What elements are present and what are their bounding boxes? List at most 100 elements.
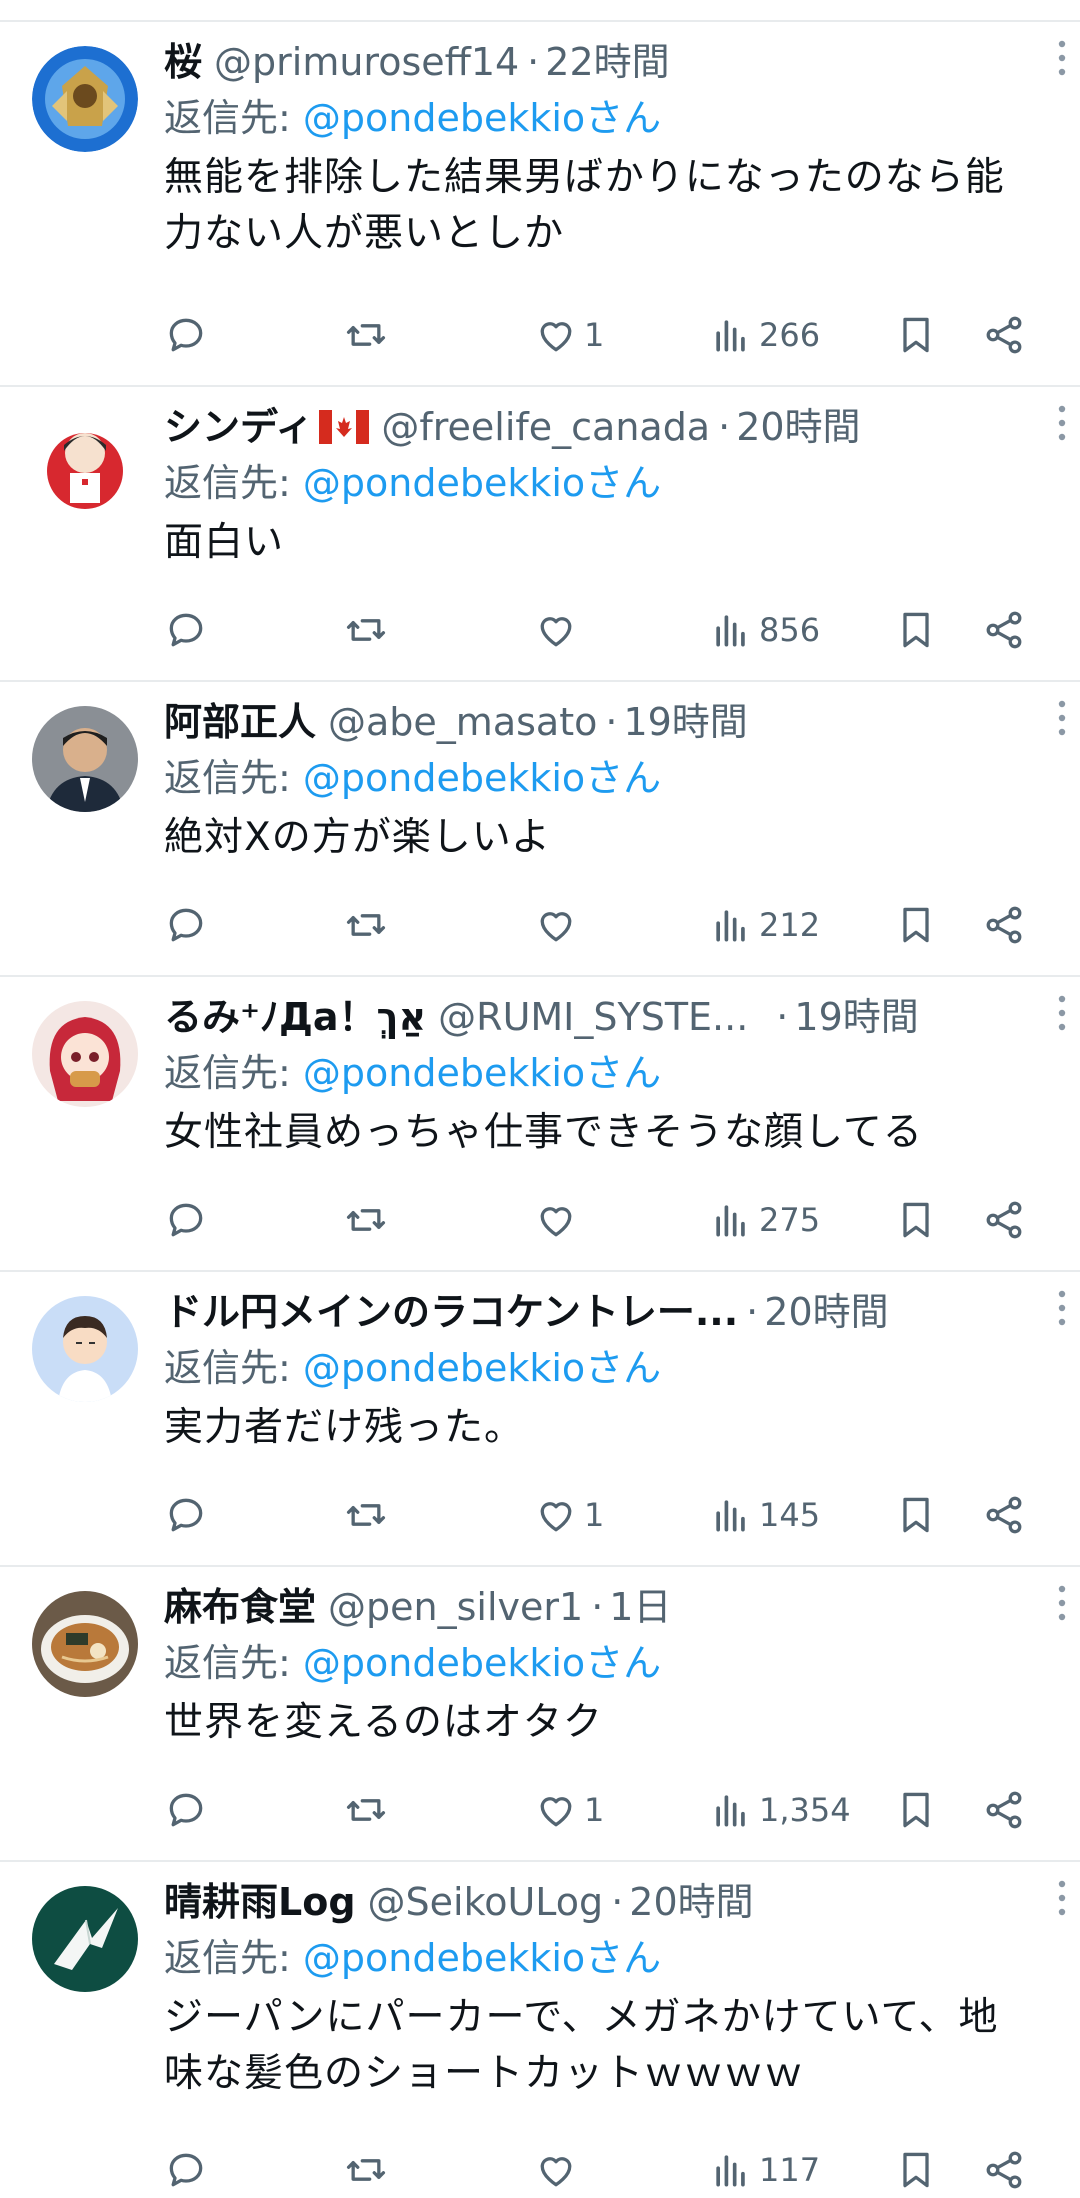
tweet[interactable]: 阿部正人 @abe_masato · 19時間 返信先: @pondebekki…	[0, 682, 1080, 977]
reply-mention[interactable]: @pondebekkioさん	[303, 461, 661, 505]
retweet-button[interactable]	[344, 2142, 388, 2198]
like-button[interactable]	[534, 897, 584, 953]
display-name[interactable]: 晴耕雨Log	[164, 1874, 356, 1930]
tweet[interactable]: シンディ @freelife_canada · 20時間 返信先: @ponde…	[0, 387, 1080, 682]
views-button[interactable]: 1,354	[709, 1782, 851, 1838]
bookmark-icon	[903, 907, 929, 943]
timestamp[interactable]: 20時間	[764, 1284, 888, 1340]
reply-context: 返信先: @pondebekkioさん	[164, 1340, 1050, 1396]
reply-mention[interactable]: @pondebekkioさん	[303, 1346, 661, 1390]
avatar[interactable]	[32, 1591, 138, 1697]
like-button[interactable]: 1	[534, 1782, 604, 1838]
canada-flag-icon	[319, 410, 370, 444]
display-name[interactable]: 桜	[164, 34, 202, 90]
display-name[interactable]: 麻布食堂	[164, 1579, 316, 1635]
tweet[interactable]: ドル円メインのラコケントレー... · 20時間 返信先: @pondebekk…	[0, 1272, 1080, 1567]
retweet-button[interactable]	[344, 307, 388, 363]
views-icon	[716, 1795, 745, 1827]
reply-icon	[169, 318, 203, 352]
share-button[interactable]	[982, 2142, 1026, 2198]
display-name[interactable]: 阿部正人	[164, 694, 316, 750]
timestamp[interactable]: 20時間	[736, 399, 860, 455]
reply-mention[interactable]: @pondebekkioさん	[303, 1936, 661, 1980]
retweet-button[interactable]	[344, 1487, 388, 1543]
more-icon[interactable]	[1044, 991, 1080, 1035]
user-handle[interactable]: @RUMI_SYSTE...	[438, 989, 748, 1045]
like-button[interactable]: 1	[534, 1487, 604, 1543]
more-icon[interactable]	[1044, 36, 1080, 80]
reply-button[interactable]	[164, 307, 208, 363]
reply-mention[interactable]: @pondebekkioさん	[303, 1051, 661, 1095]
share-button[interactable]	[982, 1487, 1026, 1543]
reply-button[interactable]	[164, 1192, 208, 1248]
like-button[interactable]	[534, 602, 584, 658]
more-icon[interactable]	[1044, 401, 1080, 445]
tweet[interactable]: 麻布食堂 @pen_silver1 · 1日 返信先: @pondebekkio…	[0, 1567, 1080, 1862]
display-name[interactable]: ドル円メインのラコケントレー...	[164, 1284, 738, 1340]
share-button[interactable]	[982, 307, 1026, 363]
reply-button[interactable]	[164, 897, 208, 953]
share-button[interactable]	[982, 897, 1026, 953]
more-icon[interactable]	[1044, 1876, 1080, 1920]
views-button[interactable]: 275	[709, 1192, 820, 1248]
views-button[interactable]: 212	[709, 897, 820, 953]
bookmark-button[interactable]	[894, 1487, 938, 1543]
tweet-text-line: 力ない人が悪いとしか	[164, 211, 565, 256]
reply-button[interactable]	[164, 2142, 208, 2198]
like-button[interactable]	[534, 1192, 584, 1248]
user-handle[interactable]: @SeikoULog	[368, 1874, 604, 1930]
user-handle[interactable]: @abe_masato	[328, 694, 597, 750]
bookmark-button[interactable]	[894, 1782, 938, 1838]
share-button[interactable]	[982, 602, 1026, 658]
bookmark-button[interactable]	[894, 2142, 938, 2198]
more-icon[interactable]	[1044, 1286, 1080, 1330]
views-button[interactable]: 145	[709, 1487, 820, 1543]
like-button[interactable]	[534, 2142, 584, 2198]
timestamp[interactable]: 22時間	[545, 34, 669, 90]
retweet-button[interactable]	[344, 1782, 388, 1838]
views-button[interactable]: 117	[709, 2142, 820, 2198]
avatar[interactable]	[32, 46, 138, 152]
timestamp[interactable]: 20時間	[629, 1874, 753, 1930]
reply-mention[interactable]: @pondebekkioさん	[303, 1641, 661, 1685]
views-button[interactable]: 856	[709, 602, 820, 658]
timestamp[interactable]: 19時間	[623, 694, 747, 750]
share-button[interactable]	[982, 1192, 1026, 1248]
reply-mention[interactable]: @pondebekkioさん	[303, 96, 661, 140]
like-button[interactable]: 1	[534, 307, 604, 363]
user-handle[interactable]: @pen_silver1	[328, 1579, 583, 1635]
bookmark-button[interactable]	[894, 602, 938, 658]
display-name[interactable]: るみ⁺ﾉДa！אַךְ	[164, 989, 426, 1045]
share-button[interactable]	[982, 1782, 1026, 1838]
avatar[interactable]	[32, 1886, 138, 1992]
more-icon[interactable]	[1044, 1581, 1080, 1625]
reply-button[interactable]	[164, 602, 208, 658]
avatar[interactable]	[32, 706, 138, 812]
action-bar: 1 266	[164, 307, 1044, 363]
avatar[interactable]	[32, 1296, 138, 1402]
tweet[interactable]: るみ⁺ﾉДa！אַךְ @RUMI_SYSTE... · 19時間 返信先: @…	[0, 977, 1080, 1272]
tweet[interactable]: 晴耕雨Log @SeikoULog · 20時間 返信先: @pondebekk…	[0, 1862, 1080, 2192]
separator-dot: ·	[591, 1585, 604, 1629]
retweet-button[interactable]	[344, 602, 388, 658]
reply-mention[interactable]: @pondebekkioさん	[303, 756, 661, 800]
views-icon	[716, 320, 745, 352]
user-handle[interactable]: @primuroseff14	[214, 34, 519, 90]
bookmark-button[interactable]	[894, 1192, 938, 1248]
avatar[interactable]	[32, 1001, 138, 1107]
tweet-text-line: 面白い	[164, 520, 285, 565]
bookmark-button[interactable]	[894, 897, 938, 953]
tweet[interactable]: 桜 @primuroseff14 · 22時間 返信先: @pondebekki…	[0, 22, 1080, 387]
reply-button[interactable]	[164, 1782, 208, 1838]
avatar[interactable]	[32, 411, 138, 517]
more-icon[interactable]	[1044, 696, 1080, 740]
retweet-button[interactable]	[344, 1192, 388, 1248]
reply-button[interactable]	[164, 1487, 208, 1543]
display-name[interactable]: シンディ	[164, 399, 313, 455]
timestamp[interactable]: 19時間	[794, 989, 918, 1045]
user-handle[interactable]: @freelife_canada	[381, 399, 710, 455]
retweet-button[interactable]	[344, 897, 388, 953]
views-button[interactable]: 266	[709, 307, 820, 363]
bookmark-button[interactable]	[894, 307, 938, 363]
timestamp[interactable]: 1日	[609, 1579, 671, 1635]
